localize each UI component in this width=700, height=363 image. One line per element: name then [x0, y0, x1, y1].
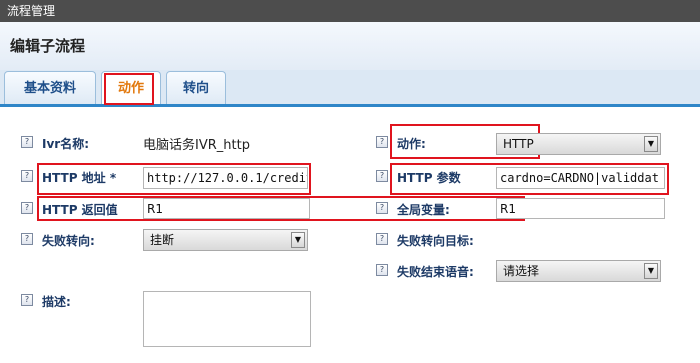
- fail-end-voice-select[interactable]: 请选择 ▼: [496, 260, 661, 282]
- help-icon[interactable]: ?: [376, 233, 388, 245]
- help-icon[interactable]: ?: [376, 264, 388, 276]
- action-select-value: HTTP: [503, 137, 534, 151]
- fail-redirect-label: 失败转向:: [42, 234, 95, 248]
- fail-target-label: 失败转向目标:: [397, 234, 474, 248]
- help-icon[interactable]: ?: [21, 136, 33, 148]
- fail-redirect-select[interactable]: 挂断 ▼: [143, 229, 308, 251]
- action-select[interactable]: HTTP ▼: [496, 133, 661, 155]
- highlight-tab-action: [104, 73, 154, 105]
- description-label: 描述:: [42, 295, 71, 309]
- http-return-input[interactable]: R1: [143, 198, 310, 219]
- chevron-down-icon: ▼: [644, 136, 658, 152]
- global-var-input[interactable]: R1: [496, 198, 665, 219]
- tab-redirect[interactable]: 转向: [166, 71, 226, 104]
- fail-end-voice-value: 请选择: [503, 264, 540, 278]
- page-header: 编辑子流程: [0, 22, 700, 70]
- help-icon[interactable]: ?: [21, 294, 33, 306]
- fail-end-voice-label: 失败结束语音:: [397, 265, 474, 279]
- chevron-down-icon: ▼: [291, 232, 305, 248]
- global-var-label: 全局变量:: [397, 203, 450, 217]
- ivr-name-value: 电脑话务IVR_http: [143, 138, 250, 153]
- http-params-input[interactable]: cardno=CARDNO|validdat: [496, 167, 665, 189]
- tab-basic-info[interactable]: 基本资料: [4, 71, 96, 104]
- help-icon[interactable]: ?: [21, 170, 33, 182]
- help-icon[interactable]: ?: [21, 202, 33, 214]
- http-return-label: HTTP 返回值: [42, 203, 118, 217]
- help-icon[interactable]: ?: [376, 170, 388, 182]
- help-icon[interactable]: ?: [376, 202, 388, 214]
- page-title: 编辑子流程: [10, 37, 86, 55]
- help-icon[interactable]: ?: [376, 136, 388, 148]
- window-titlebar: 流程管理: [0, 0, 700, 22]
- fail-redirect-value: 挂断: [150, 233, 175, 247]
- window-title: 流程管理: [7, 4, 56, 18]
- http-params-label: HTTP 参数: [397, 171, 461, 185]
- chevron-down-icon: ▼: [644, 263, 658, 279]
- ivr-name-label: Ivr名称:: [42, 137, 90, 151]
- description-textarea[interactable]: [143, 291, 311, 347]
- help-icon[interactable]: ?: [21, 233, 33, 245]
- http-address-label: HTTP 地址 *: [42, 171, 117, 185]
- action-label: 动作:: [397, 137, 426, 151]
- http-address-input[interactable]: http://127.0.0.1/creditc: [143, 167, 308, 189]
